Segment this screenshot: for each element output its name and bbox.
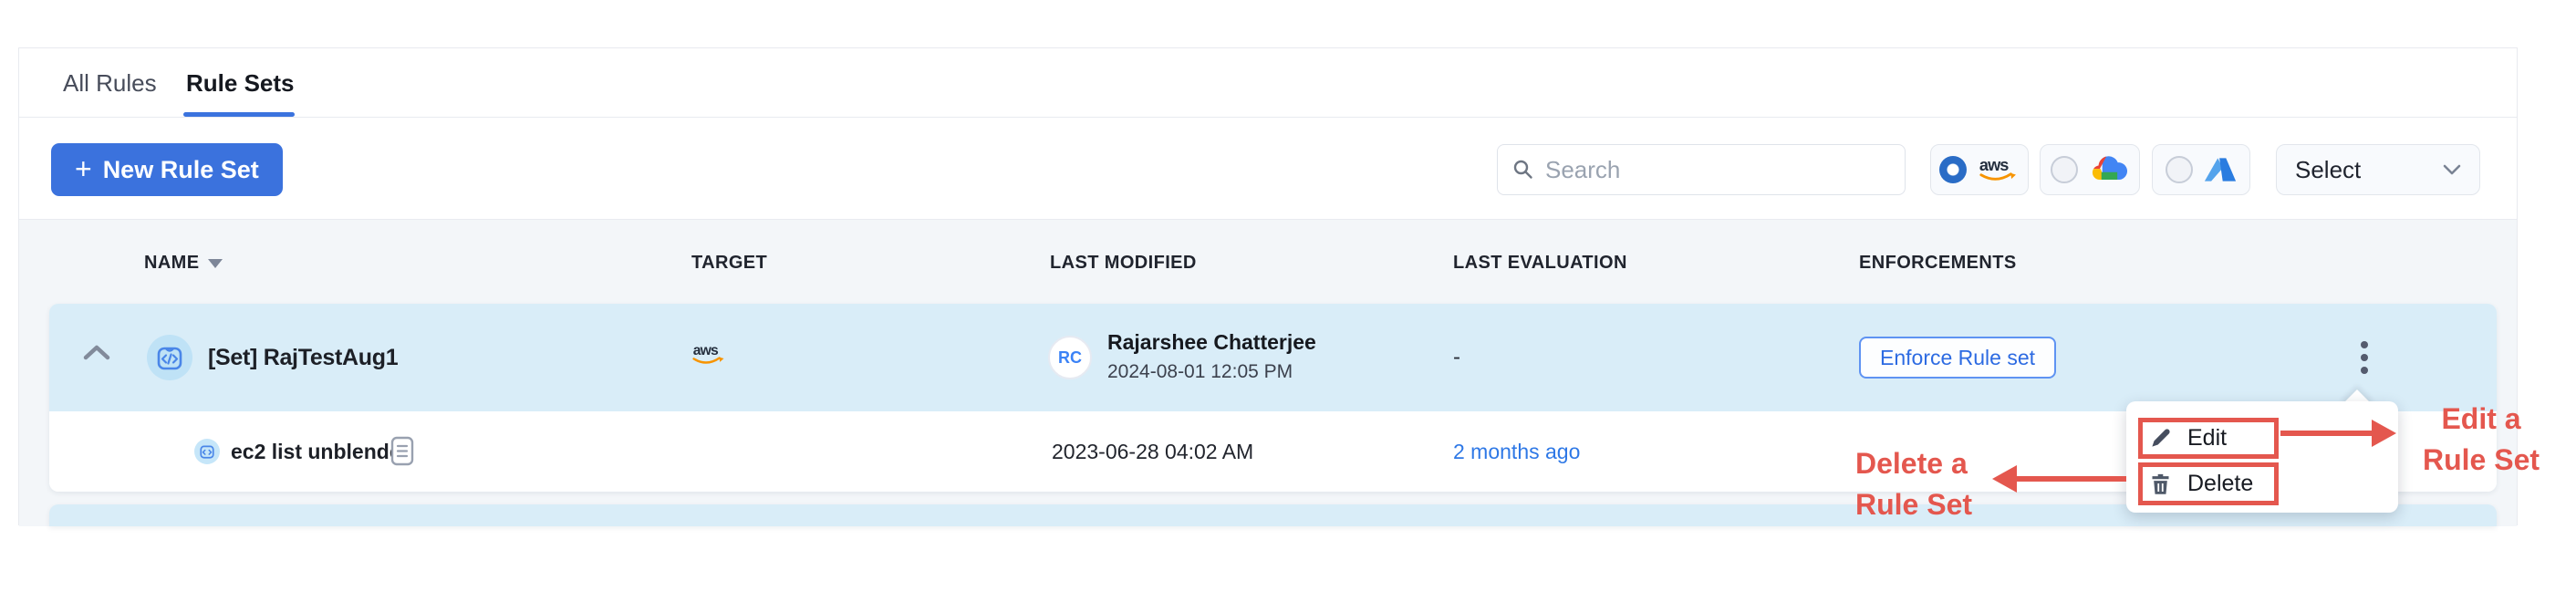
new-rule-set-button[interactable]: + New Rule Set bbox=[51, 143, 283, 196]
delete-arrow-head-icon bbox=[1992, 465, 2017, 493]
provider-toggle-gcp[interactable] bbox=[2040, 144, 2140, 195]
rule-last-modified: 2023-06-28 04:02 AM bbox=[1052, 411, 1253, 492]
delete-arrow-line bbox=[2014, 476, 2126, 482]
enforce-rule-set-button[interactable]: Enforce Rule set bbox=[1859, 337, 2056, 379]
select-dropdown-label: Select bbox=[2295, 156, 2361, 184]
menu-item-delete[interactable]: Delete bbox=[2148, 465, 2376, 502]
edit-arrow-head-icon bbox=[2372, 420, 2396, 447]
sort-descending-icon bbox=[208, 259, 223, 268]
column-header-name-label: NAME bbox=[144, 253, 200, 274]
modifier-name: Rajarshee Chatterjee bbox=[1107, 330, 1316, 355]
delete-annotation-line2: Rule Set bbox=[1855, 484, 1972, 525]
column-header-last-evaluation: LAST EVALUATION bbox=[1453, 220, 1627, 306]
collapse-chevron-up-icon[interactable] bbox=[82, 344, 115, 371]
delete-annotation-line1: Delete a bbox=[1855, 443, 1972, 484]
edit-annotation-line2: Rule Set bbox=[2408, 440, 2554, 481]
target-aws-logo-icon: aws bbox=[691, 340, 730, 374]
modified-timestamp: 2024-08-01 12:05 PM bbox=[1107, 361, 1316, 383]
gcp-logo-icon bbox=[2089, 154, 2129, 185]
rule-last-evaluation-link[interactable]: 2 months ago bbox=[1453, 411, 1580, 492]
gcp-radio[interactable] bbox=[2051, 156, 2078, 183]
kebab-menu-icon[interactable] bbox=[2344, 329, 2384, 386]
menu-item-edit[interactable]: Edit bbox=[2148, 420, 2376, 456]
last-evaluation-value: - bbox=[1453, 304, 1460, 411]
azure-logo-icon bbox=[2204, 156, 2237, 183]
search-icon bbox=[1512, 159, 1534, 181]
new-rule-set-label: New Rule Set bbox=[103, 156, 259, 184]
rule-sets-screen: All Rules Rule Sets + New Rule Set aws bbox=[0, 0, 2576, 602]
rule-icon bbox=[194, 439, 220, 464]
search-box[interactable] bbox=[1497, 144, 1906, 195]
rule-set-name: [Set] RajTestAug1 bbox=[208, 304, 398, 411]
azure-radio[interactable] bbox=[2166, 156, 2193, 183]
modifier-avatar: RC bbox=[1048, 336, 1092, 379]
rule-set-icon bbox=[147, 335, 192, 380]
svg-text:aws: aws bbox=[693, 343, 719, 358]
rule-set-row[interactable]: [Set] RajTestAug1 aws RC Rajarshee Chatt… bbox=[49, 304, 2497, 411]
provider-toggle-azure[interactable] bbox=[2152, 144, 2250, 195]
column-header-target: TARGET bbox=[691, 220, 767, 306]
rule-name: ec2 list unblended bbox=[231, 411, 414, 492]
delete-annotation-text: Delete a Rule Set bbox=[1855, 443, 1972, 525]
column-header-last-modified: LAST MODIFIED bbox=[1050, 220, 1197, 306]
trash-icon bbox=[2148, 472, 2173, 496]
column-header-enforcements: ENFORCEMENTS bbox=[1859, 220, 2017, 306]
tab-rule-sets[interactable]: Rule Sets bbox=[186, 48, 295, 118]
pencil-icon bbox=[2148, 426, 2173, 451]
edit-annotation-text: Edit a Rule Set bbox=[2408, 399, 2554, 481]
menu-item-edit-label: Edit bbox=[2187, 425, 2227, 452]
column-header-name[interactable]: NAME bbox=[144, 220, 223, 306]
menu-item-delete-label: Delete bbox=[2187, 471, 2253, 497]
edit-annotation-line1: Edit a bbox=[2408, 399, 2554, 440]
document-icon[interactable] bbox=[390, 436, 414, 471]
last-modified-cell: Rajarshee Chatterjee 2024-08-01 12:05 PM bbox=[1107, 330, 1316, 383]
toolbar: + New Rule Set aws bbox=[19, 118, 2517, 220]
aws-radio[interactable] bbox=[1939, 156, 1967, 183]
provider-toggle-aws[interactable]: aws bbox=[1930, 144, 2029, 195]
edit-arrow-line bbox=[2280, 431, 2373, 436]
tab-bar: All Rules Rule Sets bbox=[19, 48, 2517, 118]
plus-icon: + bbox=[75, 154, 92, 183]
aws-logo-icon: aws bbox=[1978, 154, 2020, 185]
search-input[interactable] bbox=[1545, 156, 1890, 184]
context-menu: Edit Delete bbox=[2126, 401, 2398, 513]
active-tab-underline bbox=[183, 112, 295, 117]
svg-text:aws: aws bbox=[1979, 156, 2009, 174]
tab-all-rules[interactable]: All Rules bbox=[63, 48, 157, 118]
chevron-down-icon bbox=[2443, 164, 2461, 176]
select-dropdown[interactable]: Select bbox=[2276, 144, 2480, 195]
